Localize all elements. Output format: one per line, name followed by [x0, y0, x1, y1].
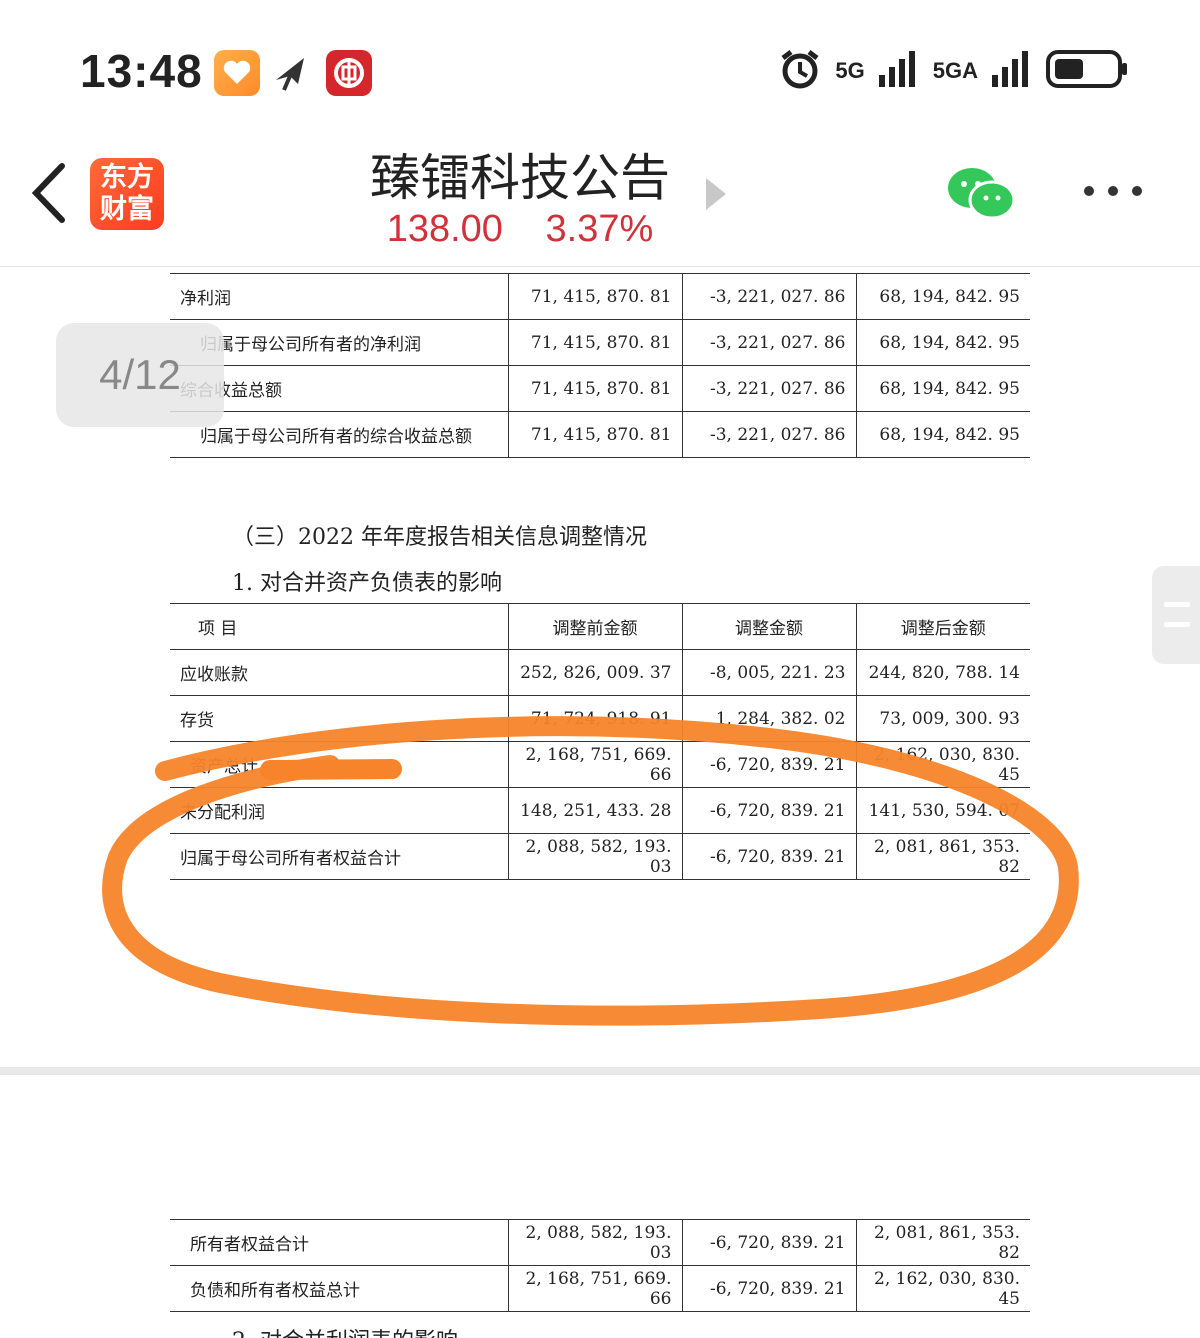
page-indicator: 4/12 [56, 323, 224, 427]
network-5ga: 5GA [932, 58, 978, 83]
cell-after: 2, 081, 861, 353. 82 [855, 833, 1030, 880]
health-icon [214, 50, 260, 96]
row-label: 所有者权益合计 [170, 1219, 508, 1266]
document-viewer[interactable]: 净利润 71, 415, 870. 81 -3, 221, 027. 86 68… [0, 267, 1200, 1338]
chevron-left-icon [31, 163, 65, 223]
page-title: 臻镭科技公告 [370, 149, 670, 207]
cell-adjustment: -3, 221, 027. 86 [681, 365, 856, 412]
battery-icon [1046, 48, 1130, 94]
wechat-share-button[interactable] [946, 166, 1016, 226]
handle-bar-icon [1164, 622, 1190, 627]
row-label: 未分配利润 [170, 787, 508, 834]
status-bar: 13:48 5G 5GA [0, 0, 1200, 130]
table-row: 资产总计 2, 168, 751, 669. 66 -6, 720, 839. … [170, 741, 1030, 788]
cell-before: 71, 415, 870. 81 [507, 273, 682, 320]
table-row: 未分配利润 148, 251, 433. 28 -6, 720, 839. 21… [170, 787, 1030, 834]
handle-bar-icon [1164, 602, 1190, 607]
cell-adjustment: -6, 720, 839. 21 [681, 1265, 856, 1312]
table-row: 归属于母公司所有者权益合计 2, 088, 582, 193. 03 -6, 7… [170, 833, 1030, 880]
cell-after: 244, 820, 788. 14 [855, 649, 1030, 696]
status-icons: 5G 5GA [779, 48, 1130, 94]
more-dot-icon [1108, 186, 1118, 196]
table-row: 归属于母公司所有者的净利润 71, 415, 870. 81 -3, 221, … [170, 319, 1030, 366]
cell-adjustment: 1, 284, 382. 02 [681, 695, 856, 742]
logo-text-1: 东方 [100, 162, 154, 193]
expand-arrow-icon[interactable] [706, 178, 726, 210]
cell-after: 68, 194, 842. 95 [855, 411, 1030, 458]
cell-after: 141, 530, 594. 07 [855, 787, 1030, 834]
cell-before: 2, 168, 751, 669. 66 [507, 1265, 682, 1312]
more-dot-icon [1084, 186, 1094, 196]
cell-after: 68, 194, 842. 95 [855, 365, 1030, 412]
cell-before: 2, 088, 582, 193. 03 [507, 1219, 682, 1266]
feather-app-icon [270, 50, 316, 96]
table-row: 归属于母公司所有者的综合收益总额 71, 415, 870. 81 -3, 22… [170, 411, 1030, 458]
cell-before: 71, 415, 870. 81 [507, 319, 682, 366]
cell-after: 2, 081, 861, 353. 82 [855, 1219, 1030, 1266]
balance-sheet-table: 项 目 调整前金额 调整金额 调整后金额 应收账款 252, 826, 009.… [170, 603, 1030, 880]
page-separator [0, 1067, 1200, 1075]
cell-adjustment: -3, 221, 027. 86 [681, 411, 856, 458]
next-sub-heading: 2. 对合并利润表的影响 [232, 1323, 458, 1338]
alarm-clock-icon [779, 48, 821, 94]
balance-sheet-table-continued: 所有者权益合计 2, 088, 582, 193. 03 -6, 720, 83… [170, 1219, 1030, 1312]
sub-heading: 1. 对合并资产负债表的影响 [232, 571, 502, 596]
cell-after: 68, 194, 842. 95 [855, 273, 1030, 320]
bank-app-icon [326, 50, 372, 96]
cell-adjustment: -6, 720, 839. 21 [681, 741, 856, 788]
wechat-icon [948, 168, 1016, 220]
cell-adjustment: -6, 720, 839. 21 [681, 1219, 856, 1266]
stock-change: 3.37% [545, 208, 654, 250]
logo-text-2: 财富 [100, 194, 154, 225]
cell-adjustment: -8, 005, 221. 23 [681, 649, 856, 696]
more-menu-button[interactable] [1084, 186, 1142, 196]
cell-before: 2, 168, 751, 669. 66 [507, 741, 682, 788]
more-dot-icon [1132, 186, 1142, 196]
network-5g: 5G [835, 58, 865, 83]
table-row: 存货 71, 724, 918. 91 1, 284, 382. 02 73, … [170, 695, 1030, 742]
table-row: 所有者权益合计 2, 088, 582, 193. 03 -6, 720, 83… [170, 1219, 1030, 1266]
stock-price: 138.00 [386, 208, 503, 250]
header-before: 调整前金额 [507, 603, 682, 650]
cell-adjustment: -3, 221, 027. 86 [681, 319, 856, 366]
row-label: 存货 [170, 695, 508, 742]
header-adjustment: 调整金额 [681, 603, 856, 650]
row-label: 应收账款 [170, 649, 508, 696]
table-row: 综合收益总额 71, 415, 870. 81 -3, 221, 027. 86… [170, 365, 1030, 412]
header-after: 调整后金额 [855, 603, 1030, 650]
cell-after: 2, 162, 030, 830. 45 [855, 741, 1030, 788]
cell-adjustment: -6, 720, 839. 21 [681, 833, 856, 880]
section-heading: （三）2022 年年度报告相关信息调整情况 [232, 525, 647, 550]
row-label: 负债和所有者权益总计 [170, 1265, 508, 1312]
side-drawer-handle[interactable] [1152, 566, 1200, 664]
header-item: 项 目 [170, 603, 508, 650]
row-label: 资产总计 [170, 741, 508, 788]
cell-after: 2, 162, 030, 830. 45 [855, 1265, 1030, 1312]
table-row: 负债和所有者权益总计 2, 168, 751, 669. 66 -6, 720,… [170, 1265, 1030, 1312]
income-table-partial: 净利润 71, 415, 870. 81 -3, 221, 027. 86 68… [170, 273, 1030, 458]
cell-after: 73, 009, 300. 93 [855, 695, 1030, 742]
cell-before: 2, 088, 582, 193. 03 [507, 833, 682, 880]
back-button[interactable] [28, 160, 68, 230]
row-label: 归属于母公司所有者权益合计 [170, 833, 508, 880]
table-row: 净利润 71, 415, 870. 81 -3, 221, 027. 86 68… [170, 273, 1030, 320]
cell-after: 68, 194, 842. 95 [855, 319, 1030, 366]
clock: 13:48 [80, 45, 203, 97]
cell-before: 71, 724, 918. 91 [507, 695, 682, 742]
cell-before: 71, 415, 870. 81 [507, 411, 682, 458]
table-row: 应收账款 252, 826, 009. 37 -8, 005, 221. 23 … [170, 649, 1030, 696]
cell-before: 71, 415, 870. 81 [507, 365, 682, 412]
signal-icon-2 [992, 51, 1032, 91]
eastmoney-logo[interactable]: 东方 财富 [90, 158, 164, 230]
cell-before: 252, 826, 009. 37 [507, 649, 682, 696]
signal-icon [878, 51, 919, 91]
row-label: 净利润 [170, 273, 508, 320]
cell-before: 148, 251, 433. 28 [507, 787, 682, 834]
app-header: 东方 财富 臻镭科技公告 138.00 3.37% [0, 130, 1200, 267]
cell-adjustment: -3, 221, 027. 86 [681, 273, 856, 320]
cell-adjustment: -6, 720, 839. 21 [681, 787, 856, 834]
stock-quote[interactable]: 138.00 3.37% [300, 208, 740, 251]
table-header-row: 项 目 调整前金额 调整金额 调整后金额 [170, 603, 1030, 650]
